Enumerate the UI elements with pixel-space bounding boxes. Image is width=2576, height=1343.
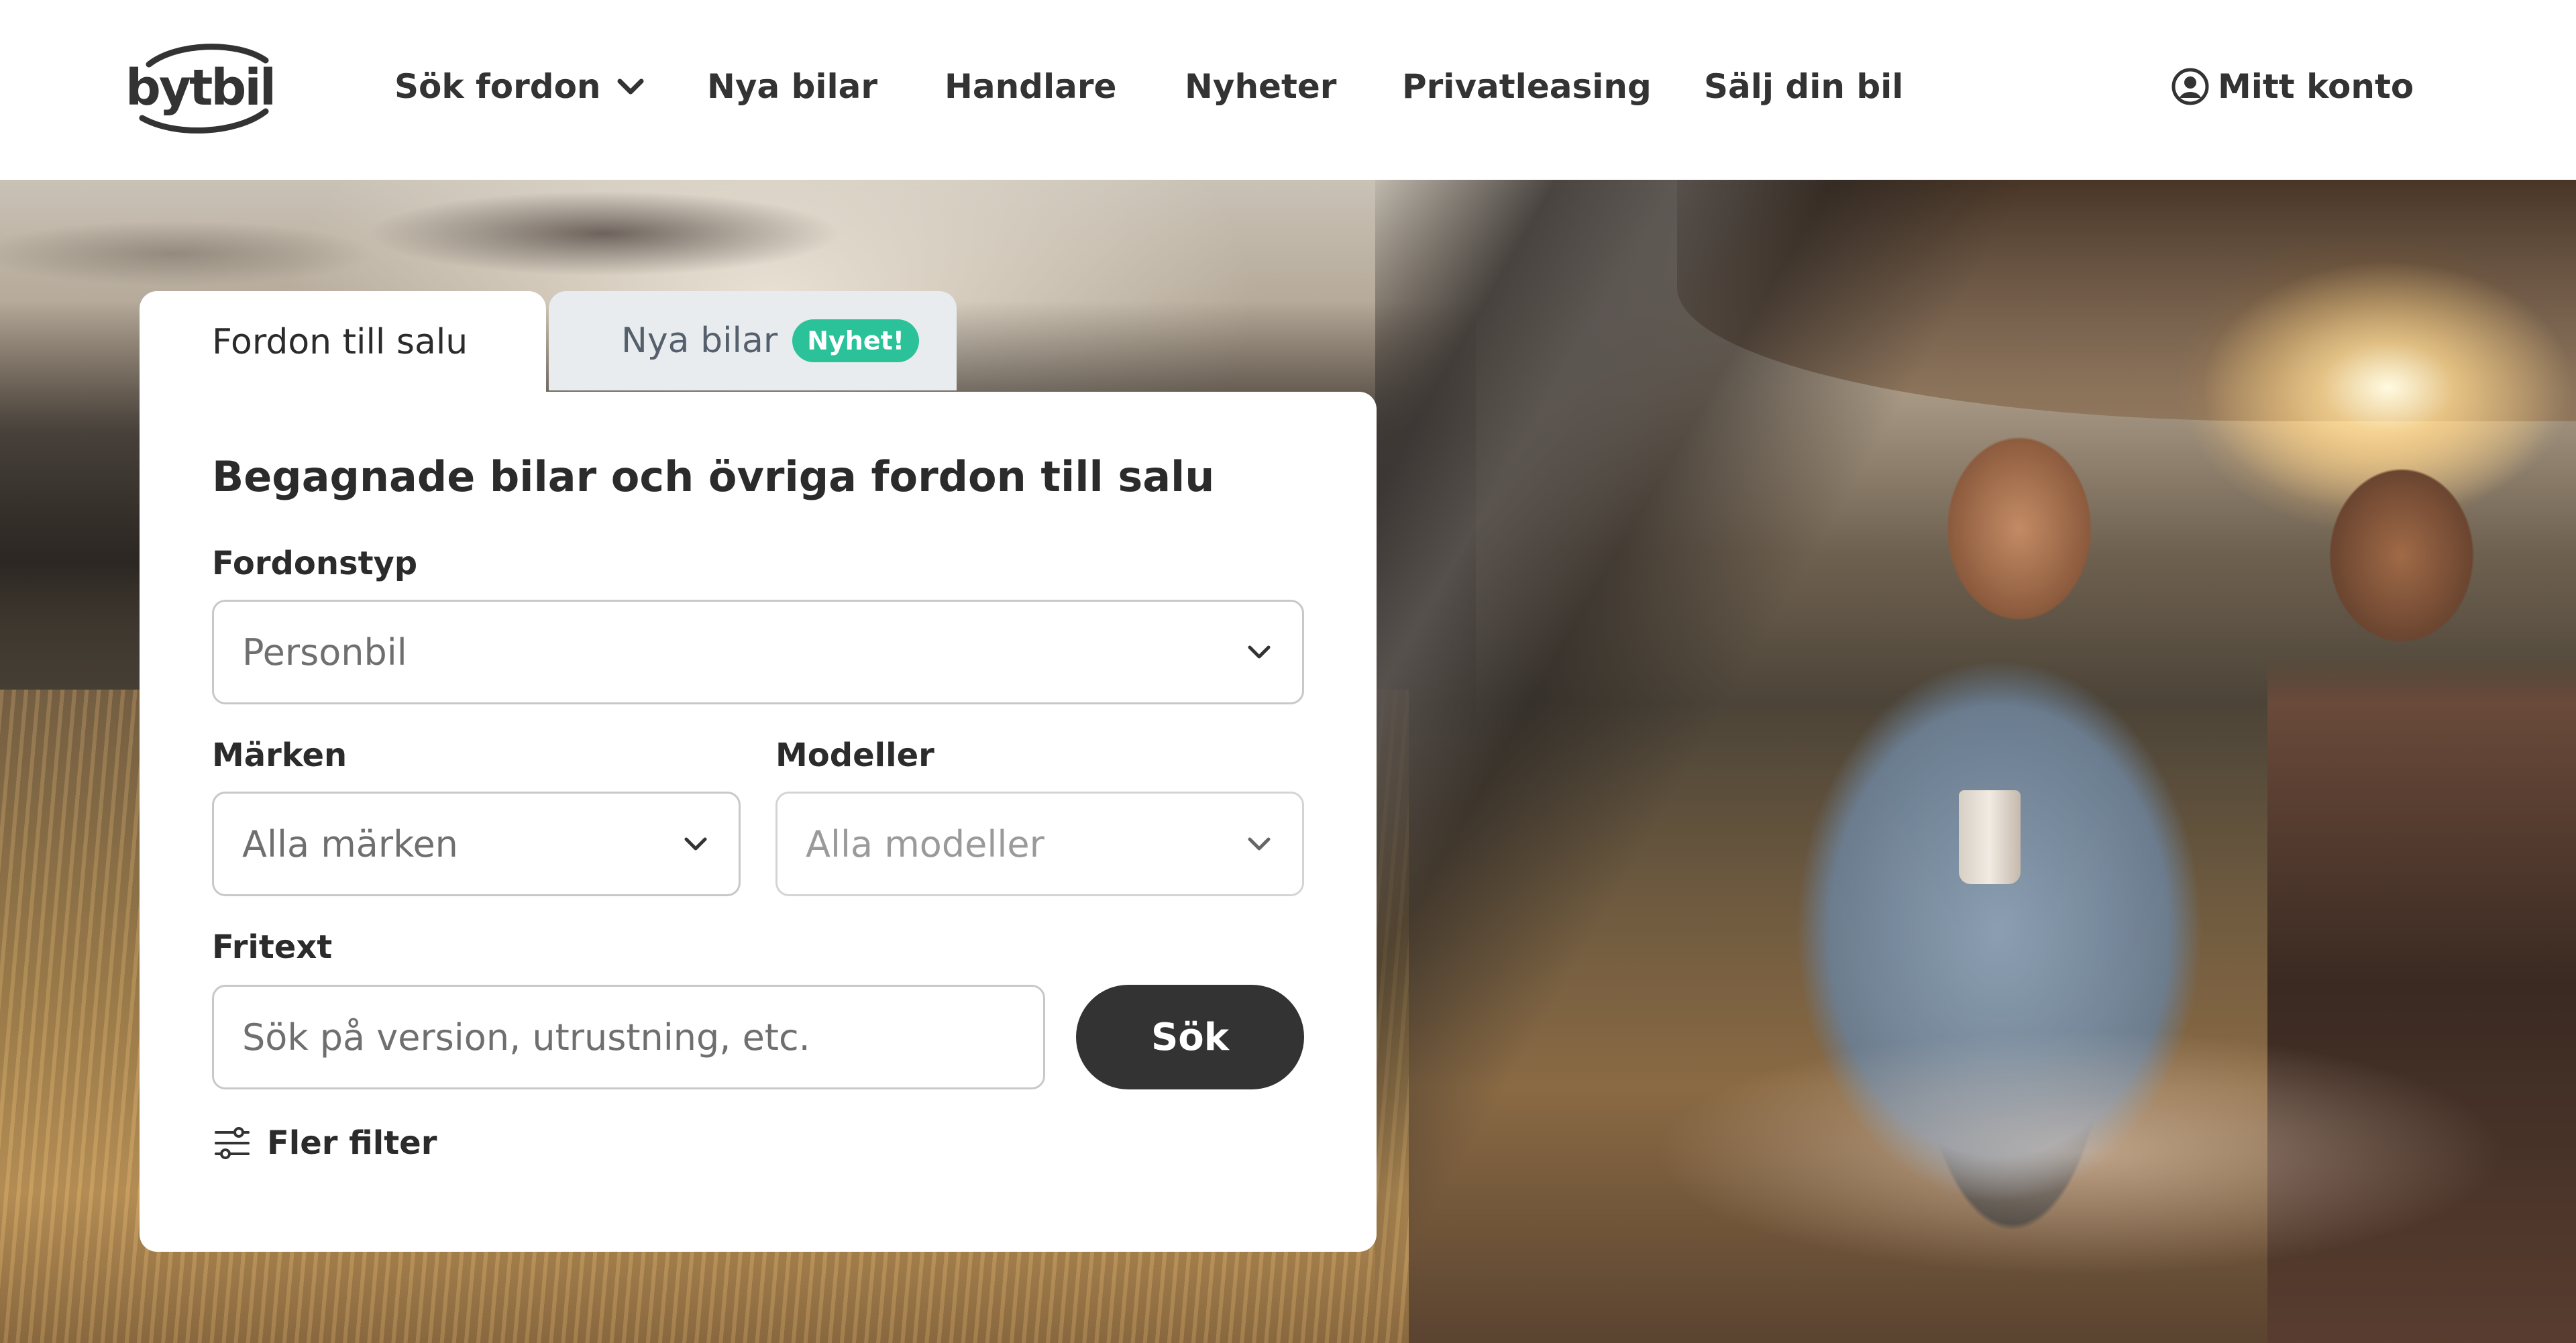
- chevron-down-icon: [617, 78, 644, 95]
- nav-item-label: Handlare: [945, 67, 1117, 106]
- vehicle-type-label: Fordonstyp: [212, 545, 418, 582]
- nav-item-label: Nya bilar: [707, 67, 878, 106]
- new-badge: Nyhet!: [792, 319, 920, 362]
- brands-label: Märken: [212, 737, 347, 774]
- bytbil-logo[interactable]: bytbil: [122, 38, 278, 137]
- nav-item-nya-bilar[interactable]: Nya bilar: [707, 0, 877, 173]
- nav-item-salj-din-bil[interactable]: Sälj din bil: [1704, 0, 1903, 173]
- tab-nya-bilar[interactable]: Nya bilar Nyhet!: [549, 291, 957, 390]
- logo-text: bytbil: [125, 59, 274, 117]
- brands-value: Alla märken: [242, 822, 458, 865]
- nav-item-label: Sök fordon: [394, 67, 601, 106]
- search-title: Begagnade bilar och övriga fordon till s…: [212, 452, 1215, 501]
- nav-item-nyheter[interactable]: Nyheter: [1185, 0, 1336, 173]
- nav-item-privatleasing[interactable]: Privatleasing: [1402, 0, 1652, 173]
- vehicle-type-select[interactable]: Personbil: [212, 600, 1304, 704]
- chevron-down-icon: [1248, 837, 1271, 851]
- more-filters-button[interactable]: Fler filter: [212, 1123, 437, 1163]
- tab-label: Nya bilar: [621, 321, 778, 361]
- search-card: Begagnade bilar och övriga fordon till s…: [140, 392, 1377, 1252]
- models-value: Alla modeller: [806, 822, 1044, 865]
- nav-item-label: Nyheter: [1185, 67, 1337, 106]
- models-select[interactable]: Alla modeller: [775, 792, 1304, 896]
- tab-label: Fordon till salu: [212, 322, 468, 362]
- nav-item-sok-fordon[interactable]: Sök fordon: [394, 0, 645, 173]
- user-icon: [2171, 68, 2209, 105]
- search-button[interactable]: Sök: [1076, 985, 1304, 1089]
- more-filters-label: Fler filter: [267, 1124, 437, 1162]
- logo-mark: bytbil: [125, 44, 276, 133]
- sliders-icon: [215, 1127, 250, 1159]
- tab-fordon-till-salu[interactable]: Fordon till salu: [140, 291, 546, 393]
- vehicle-type-value: Personbil: [242, 631, 407, 674]
- hero-window-glare: [1543, 951, 2576, 1343]
- chevron-down-icon: [1248, 645, 1271, 659]
- models-label: Modeller: [775, 737, 934, 774]
- nav-item-handlare[interactable]: Handlare: [945, 0, 1116, 173]
- account-link[interactable]: Mitt konto: [2171, 0, 2414, 173]
- freetext-input[interactable]: [212, 985, 1045, 1089]
- freetext-label: Fritext: [212, 928, 333, 966]
- chevron-down-icon: [684, 837, 707, 851]
- site-header: bytbil Sök fordon Nya bilar Handlare Nyh…: [0, 0, 2576, 180]
- account-label: Mitt konto: [2218, 67, 2414, 106]
- nav-item-label: Privatleasing: [1402, 67, 1652, 106]
- nav-item-label: Sälj din bil: [1704, 67, 1904, 106]
- brands-select[interactable]: Alla märken: [212, 792, 741, 896]
